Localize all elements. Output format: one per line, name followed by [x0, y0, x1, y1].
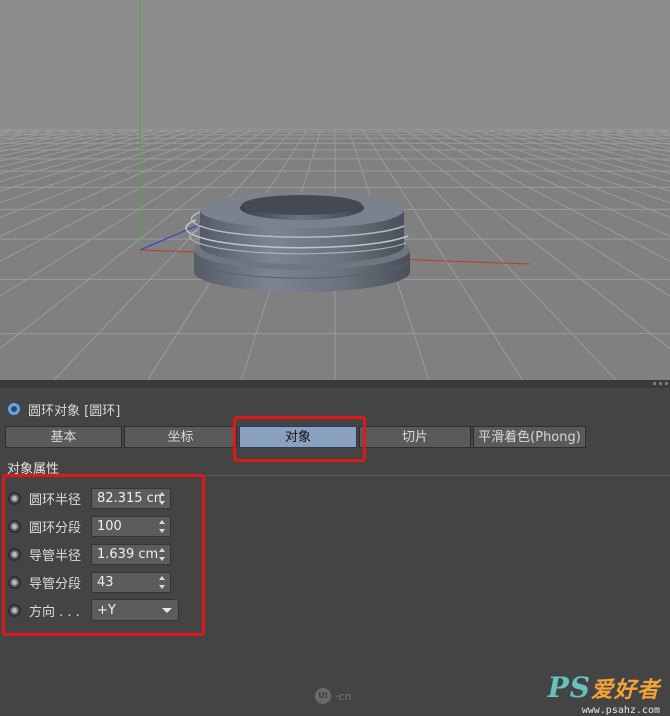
animate-radio-icon[interactable]: [8, 547, 21, 561]
watermark-logo-icon: UI: [315, 688, 331, 704]
property-label: 圆环分段: [29, 520, 82, 536]
torus-object: [185, 192, 410, 292]
property-label: 方向 . . .: [29, 604, 80, 620]
divider-grip[interactable]: [653, 380, 668, 388]
ps-logo: PS爱好者: [548, 674, 660, 704]
stepper-arrows-icon[interactable]: [159, 547, 166, 561]
ps-logo-badge: PS爱好者 www.psahz.com: [548, 674, 660, 716]
pipe-radius-field[interactable]: 1.639 cm: [91, 543, 171, 565]
property-row: 圆环半径 82.315 cm: [8, 484, 179, 512]
orientation-dropdown[interactable]: +Y: [91, 599, 179, 621]
stepper-arrows-icon[interactable]: [159, 519, 166, 533]
chevron-down-icon[interactable]: [162, 608, 172, 613]
animate-radio-icon[interactable]: [8, 519, 21, 533]
object-header: 圆环对象 [圆环]: [8, 400, 121, 419]
object-title: 圆环对象 [圆环]: [28, 403, 121, 419]
animate-radio-icon[interactable]: [8, 603, 21, 617]
ring-segments-field[interactable]: 100: [91, 515, 171, 537]
property-row: 导管半径 1.639 cm: [8, 540, 179, 568]
tab-basic[interactable]: 基本: [5, 426, 122, 448]
tab-bar: 基本 坐标 对象 切片 平滑着色(Phong): [5, 426, 586, 450]
site-watermark: UI ·cn: [315, 688, 352, 704]
ring-radius-field[interactable]: 82.315 cm: [91, 487, 171, 509]
field-value[interactable]: 1.639 cm: [92, 547, 161, 562]
ps-logo-cn: 爱好者: [590, 677, 660, 703]
property-label: 导管半径: [29, 548, 82, 564]
stepper-arrows-icon[interactable]: [159, 575, 166, 589]
property-row: 导管分段 43: [8, 568, 179, 596]
ps-logo-letters: PS: [547, 671, 591, 704]
tab-slice[interactable]: 切片: [359, 426, 471, 448]
pipe-segments-field[interactable]: 43: [91, 571, 171, 593]
property-label: 圆环半径: [29, 492, 82, 508]
dropdown-value[interactable]: +Y: [92, 603, 161, 618]
watermark-text: ·cn: [335, 689, 352, 703]
section-divider: [5, 475, 670, 476]
field-value[interactable]: 43: [92, 575, 161, 590]
field-value[interactable]: 82.315 cm: [92, 491, 161, 506]
tab-object[interactable]: 对象: [239, 426, 357, 448]
ps-logo-url: www.psahz.com: [581, 705, 660, 716]
property-row: 方向 . . . +Y: [8, 596, 179, 624]
property-list: 圆环半径 82.315 cm 圆环分段 100 导管半径 1.639 cm 导管…: [8, 484, 179, 624]
animate-radio-icon[interactable]: [8, 575, 21, 589]
viewport-canvas: [0, 0, 670, 384]
animate-radio-icon[interactable]: [8, 491, 21, 505]
tab-coordinates[interactable]: 坐标: [124, 426, 237, 448]
property-row: 圆环分段 100: [8, 512, 179, 540]
torus-icon: [8, 403, 20, 415]
attributes-panel: 圆环对象 [圆环] 基本 坐标 对象 切片 平滑着色(Phong) 对象属性 圆…: [0, 388, 670, 716]
3d-viewport[interactable]: [0, 0, 670, 384]
stepper-arrows-icon[interactable]: [159, 491, 166, 505]
field-value[interactable]: 100: [92, 519, 161, 534]
tab-phong[interactable]: 平滑着色(Phong): [473, 426, 586, 448]
property-label: 导管分段: [29, 576, 82, 592]
panel-divider[interactable]: [0, 380, 670, 388]
